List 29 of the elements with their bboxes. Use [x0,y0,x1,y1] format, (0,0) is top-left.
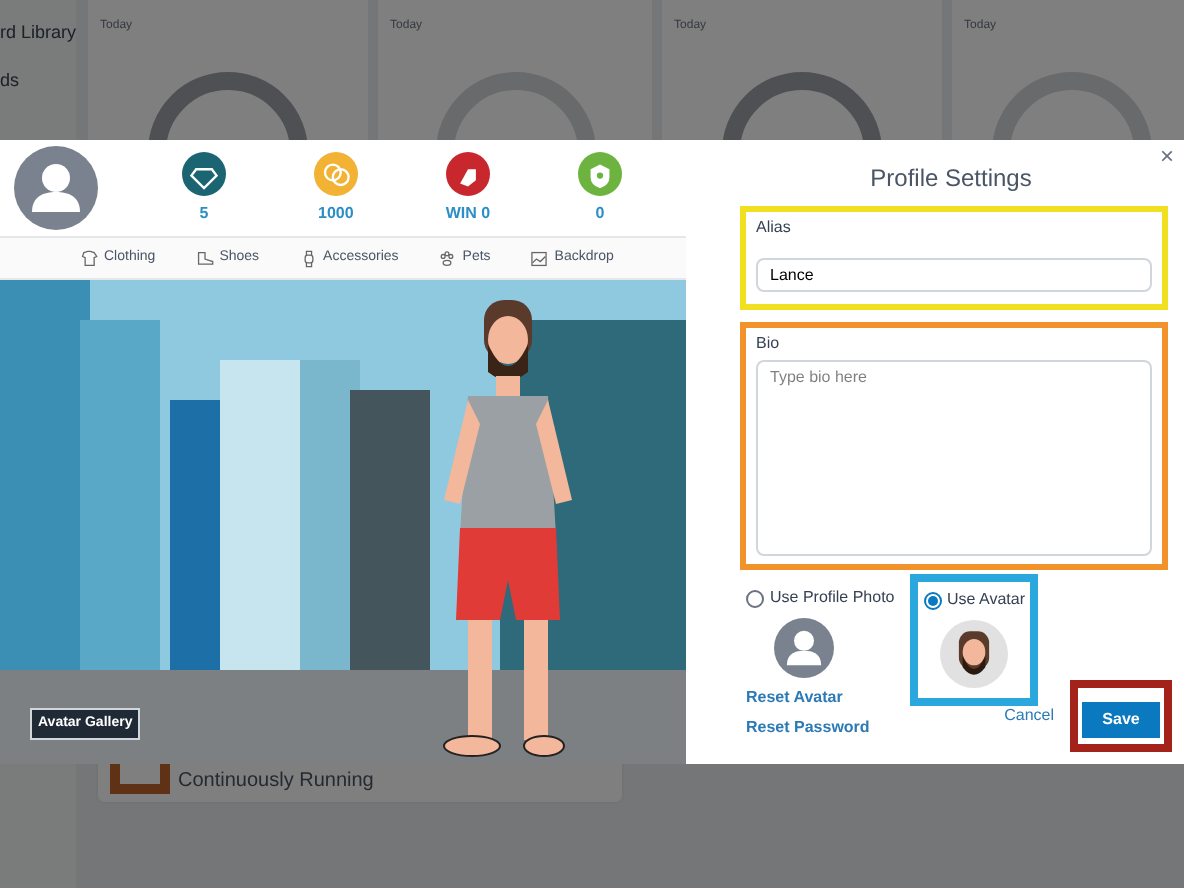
profile-avatar-icon [14,146,98,230]
close-button[interactable]: × [1159,142,1174,170]
stat-value: 0 [595,201,605,225]
dialog-title: Profile Settings [868,162,1034,196]
avatar-head-icon [939,620,1008,688]
radio-option[interactable]: Use Profile Photo [746,586,895,610]
bio-field[interactable]: Type bio here [756,360,1152,556]
reset-link[interactable]: Reset Avatar [746,686,910,710]
watch-icon [299,249,318,267]
save-button[interactable]: Save [1082,702,1160,738]
reset-link[interactable]: Reset Password [746,716,910,740]
image-icon [530,249,549,267]
cancel-link[interactable]: Cancel [1004,704,1054,728]
sidebar-item[interactable]: ds [0,67,77,94]
shoe-icon [195,249,214,267]
stat-value: 1000 [318,201,354,225]
radio-button[interactable] [746,589,764,607]
radio-button[interactable] [923,591,941,609]
stat-value: WIN 0 [445,201,491,225]
shirt-icon [80,249,98,267]
alias-field[interactable]: Lance [756,258,1152,292]
sidebar-item[interactable]: rd Library [0,20,77,47]
task-status: Continuously Running [178,768,374,794]
profile-photo-icon [774,618,834,678]
alias-label: Alias [756,216,793,240]
stat-value: 5 [199,201,209,225]
bio-label: Bio [756,332,782,356]
radio-option[interactable]: Use Avatar [923,588,1025,612]
paw-icon [438,249,457,267]
